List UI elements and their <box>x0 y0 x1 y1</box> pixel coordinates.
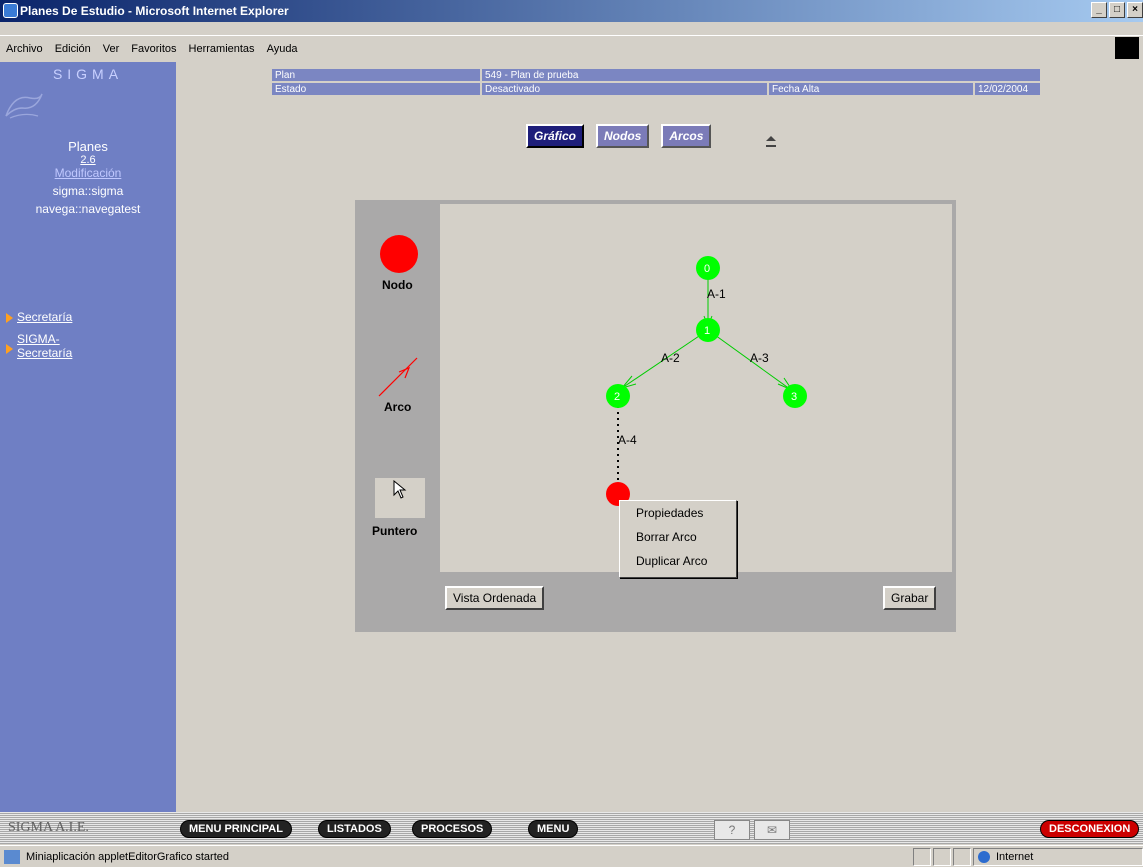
nav-link-secretaria[interactable]: Secretaría <box>17 310 72 324</box>
estado-label: Estado <box>271 82 481 96</box>
fecha-alta-value: 12/02/2004 <box>974 82 1041 96</box>
node-3-label: 3 <box>791 391 797 403</box>
node-tool-label: Nodo <box>382 278 413 292</box>
pointer-tool[interactable] <box>375 478 425 518</box>
menu-spacer <box>0 22 1143 36</box>
menu-item-duplicar-arco[interactable]: Duplicar Arco <box>620 549 736 573</box>
menu-ver[interactable]: Ver <box>103 43 120 55</box>
status-zones: Internet <box>911 848 1143 866</box>
sidebar: SIGMA Planes 2.6 Modificación sigma::sig… <box>0 62 176 812</box>
menu-archivo[interactable]: Archivo <box>6 43 43 55</box>
desconexion-button[interactable]: DESCONEXION <box>1040 820 1140 838</box>
menu-item-borrar-arco[interactable]: Borrar Arco <box>620 525 736 549</box>
sigma-logo-icon <box>5 93 43 119</box>
menu-button[interactable]: MENU <box>528 820 579 838</box>
menu-herramientas[interactable]: Herramientas <box>189 43 255 55</box>
node-0-label: 0 <box>704 263 710 275</box>
windows-logo-icon <box>1115 37 1139 59</box>
arc-tool-label: Arco <box>384 400 412 414</box>
main-content: Plan 549 - Plan de prueba Estado Desacti… <box>176 62 1143 812</box>
window-controls: _ □ × <box>1089 2 1143 18</box>
applet-status-icon <box>4 849 20 864</box>
mail-icon[interactable]: ✉ <box>754 820 790 840</box>
vista-ordenada-button[interactable]: Vista Ordenada <box>445 586 545 610</box>
listados-button[interactable]: LISTADOS <box>318 820 391 838</box>
node-1-label: 1 <box>704 325 710 337</box>
arc-a4-label: A-4 <box>618 433 637 447</box>
menu-principal-button[interactable]: MENU PRINCIPAL <box>180 820 292 838</box>
tab-nodos[interactable]: Nodos <box>596 124 650 148</box>
security-zone: Internet <box>973 848 1143 866</box>
tab-arcos[interactable]: Arcos <box>661 124 712 148</box>
menu-favoritos[interactable]: Favoritos <box>131 43 176 55</box>
arc-a3-label: A-3 <box>750 351 769 365</box>
maximize-button[interactable]: □ <box>1109 2 1125 18</box>
pointer-tool-label: Puntero <box>372 524 418 538</box>
version-link[interactable]: 2.6 <box>0 154 176 166</box>
status-segment <box>933 848 951 866</box>
menu-edicion[interactable]: Edición <box>55 43 91 55</box>
bottom-toolbar: SIGMA A.I.E. MENU PRINCIPAL LISTADOS PRO… <box>0 812 1143 844</box>
help-button[interactable]: ? <box>714 820 750 840</box>
user-navega: navega::navegatest <box>35 202 141 216</box>
tab-grafico[interactable]: Gráfico <box>526 124 585 148</box>
plan-label: Plan <box>271 68 481 82</box>
fecha-alta-label: Fecha Alta <box>768 82 974 96</box>
status-bar: Miniaplicación appletEditorGrafico start… <box>0 845 1143 867</box>
pointer-arrow-icon <box>393 480 407 499</box>
status-segment <box>953 848 971 866</box>
sigma-brand: SIGMA <box>52 66 124 82</box>
nav-link-sigma-line1[interactable]: SIGMA- <box>17 332 72 346</box>
browser-window: Planes De Estudio - Microsoft Internet E… <box>0 0 1143 867</box>
menu-ayuda[interactable]: Ayuda <box>267 43 298 55</box>
arc-a2-label: A-2 <box>661 351 680 365</box>
node-2-label: 2 <box>614 391 620 403</box>
user-sigma: sigma::sigma <box>52 184 124 198</box>
plan-value: 549 - Plan de prueba <box>481 68 1041 82</box>
ie-icon <box>3 3 18 18</box>
orange-arrow-icon <box>6 344 13 354</box>
menu-bar: Archivo Edición Ver Favoritos Herramient… <box>0 36 1143 62</box>
nav-link-sigma-line2[interactable]: Secretaría <box>17 346 72 360</box>
view-tabs: Gráfico Nodos Arcos <box>526 124 723 148</box>
collapse-icon[interactable] <box>764 134 778 150</box>
nav-item-secretaria[interactable]: Secretaría <box>6 310 72 324</box>
status-segment <box>913 848 931 866</box>
close-button[interactable]: × <box>1127 2 1143 18</box>
orange-arrow-icon <box>6 312 13 323</box>
grabar-button[interactable]: Grabar <box>883 586 937 610</box>
arc-tool-icon[interactable] <box>377 354 421 398</box>
minimize-button[interactable]: _ <box>1091 2 1107 18</box>
title-bar: Planes De Estudio - Microsoft Internet E… <box>0 0 1143 22</box>
module-name: Planes <box>68 139 108 154</box>
globe-icon <box>978 851 990 863</box>
estado-value: Desactivado <box>481 82 768 96</box>
status-text: Miniaplicación appletEditorGrafico start… <box>26 850 229 863</box>
arc-context-menu: Propiedades Borrar Arco Duplicar Arco <box>619 500 737 578</box>
menu-item-propiedades[interactable]: Propiedades <box>620 501 736 525</box>
procesos-button[interactable]: PROCESOS <box>412 820 493 838</box>
mode-link[interactable]: Modificación <box>0 166 176 180</box>
nav-item-sigma-secretaria[interactable]: SIGMA- Secretaría <box>6 332 72 360</box>
node-tool-icon[interactable] <box>379 234 419 274</box>
zone-label: Internet <box>996 851 1034 863</box>
sigma-aie-brand: SIGMA A.I.E. <box>8 820 89 835</box>
window-title: Planes De Estudio - Microsoft Internet E… <box>20 4 289 18</box>
arc-a1-label: A-1 <box>707 287 726 301</box>
